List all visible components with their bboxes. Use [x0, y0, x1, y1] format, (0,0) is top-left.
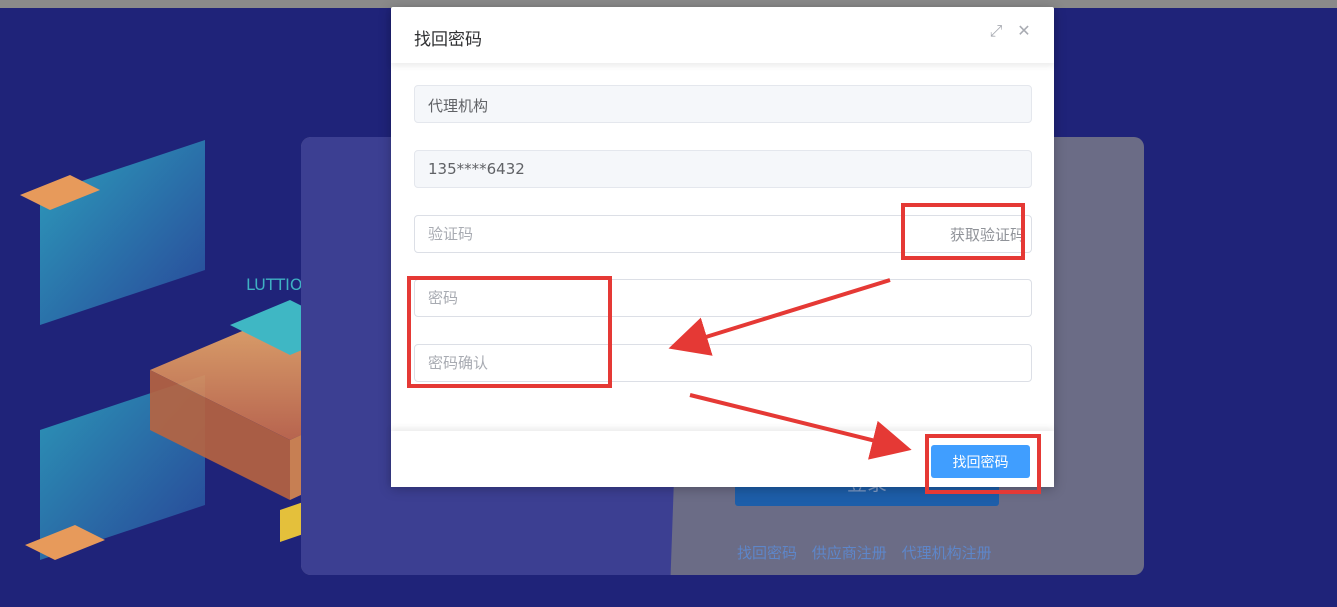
- link-find-password[interactable]: 找回密码: [737, 544, 797, 562]
- fullscreen-icon[interactable]: ⤢: [988, 23, 1004, 39]
- phone-field-value: 135****6432: [428, 160, 525, 178]
- close-icon[interactable]: ✕: [1016, 23, 1032, 39]
- dialog-header: 找回密码 ⤢ ✕: [391, 7, 1054, 63]
- link-supplier-register[interactable]: 供应商注册: [812, 544, 887, 562]
- annotation-box-submit: [925, 434, 1041, 494]
- annotation-box-password: [407, 276, 612, 388]
- link-agency-register[interactable]: 代理机构注册: [902, 544, 992, 562]
- dialog-header-icons: ⤢ ✕: [988, 23, 1032, 39]
- phone-field[interactable]: 135****6432: [414, 150, 1032, 188]
- login-links: 找回密码 供应商注册 代理机构注册: [737, 542, 1002, 563]
- annotation-box-get-code: [901, 203, 1025, 260]
- role-field[interactable]: 代理机构: [414, 85, 1032, 123]
- role-field-value: 代理机构: [428, 97, 489, 115]
- dialog-title: 找回密码: [414, 30, 482, 50]
